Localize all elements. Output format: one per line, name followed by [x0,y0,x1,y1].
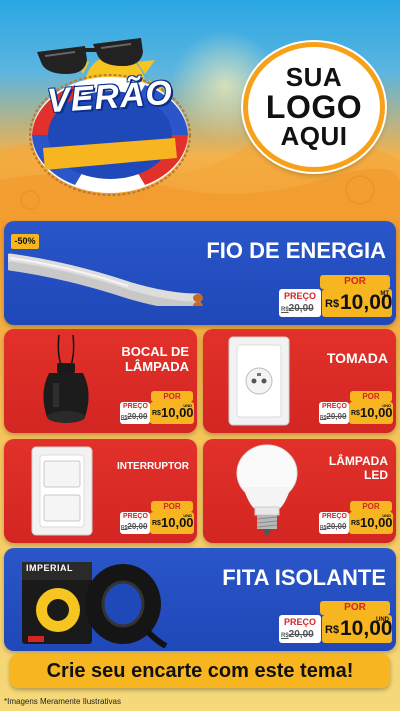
outlet-image [228,336,290,426]
product-card-interruptor[interactable]: INTERRUPTOR POR PREÇO R$20,00 R$ 10,00 U… [4,439,197,543]
product-title: TOMADA [326,350,388,366]
old-price: R$20,00 [121,522,147,531]
old-price-value: 20,00 [127,412,148,421]
new-price: R$ 10,00 UND [150,512,194,534]
por-label: POR [350,391,392,402]
unit: UND [183,403,192,408]
product-title-line2: LÂMPADA [124,359,189,374]
flyer-page: VERÃO DE OFERTAS SUA LOGO AQUI FIO DE EN… [0,0,400,711]
currency: R$ [351,520,360,527]
logo-text-line2: LOGO [265,88,363,125]
product-card-bocal[interactable]: BOCAL DE LÂMPADA POR PREÇO R$20,00 R$ 10… [4,329,197,433]
wire-image [8,253,203,306]
product-card-fio-energia[interactable]: FIO DE ENERGIA POR PREÇO R$20,00 R$ 10,0… [4,221,396,325]
product-card-fita-isolante[interactable]: IMPERIAL FITA ISOLANTE POR PREÇO R$20,00… [4,548,396,651]
led-bulb-image [236,444,298,535]
preco-label: PREÇO [322,513,347,520]
discount-badge: -50% [11,234,39,249]
new-price: R$ 10,00 MT [322,289,393,317]
old-price: R$20,00 [320,522,346,531]
product-title: INTERRUPTOR [116,461,189,472]
old-price-value: 20,00 [326,412,347,421]
logo-text-line1: SUA [285,62,343,93]
currency: R$ [351,410,360,417]
currency: R$ [152,410,161,417]
preco-label: PREÇO [123,513,148,520]
new-price: R$ 10,00 UND [150,402,194,424]
por-label: POR [151,501,193,512]
lamp-socket-image [43,334,89,423]
product-title: FIO DE ENERGIA [206,238,386,263]
preco-label: PREÇO [284,291,317,301]
unit: UND [183,513,192,518]
product-card-tomada[interactable]: TOMADA POR PREÇO R$20,00 R$ 10,00 UND [203,329,396,433]
product-title-line1: LÂMPADA [328,454,388,468]
preco-label: PREÇO [123,403,148,410]
new-price: R$ 10,00 UND [322,615,393,643]
old-price: R$20,00 [121,412,147,421]
preco-label: PREÇO [284,617,317,627]
new-price: R$ 10,00 UND [349,512,393,534]
por-label: POR [350,501,392,512]
unit: MT [380,291,389,297]
old-price: R$20,00 [320,412,346,421]
product-title-line2: LED [364,468,388,482]
por-label: POR [151,391,193,402]
product-card-lampada-led[interactable]: LÂMPADA LED POR PREÇO R$20,00 R$ 10,00 U… [203,439,396,543]
old-price-value: 20,00 [326,522,347,531]
old-price: R$20,00 [281,303,314,314]
old-price-value: 20,00 [127,522,148,531]
logo-placeholder: SUA LOGO AQUI [243,42,385,172]
old-price-value: 20,00 [288,629,314,640]
footnote: *Imagens Meramente Ilustrativas [4,697,121,706]
logo-text-line3: AQUI [280,121,348,152]
tape-brand-label: IMPERIAL [26,563,74,573]
old-price: R$20,00 [281,629,314,640]
new-price: R$ 10,00 UND [349,402,393,424]
header: VERÃO DE OFERTAS SUA LOGO AQUI [0,0,400,215]
old-price-currency: R$ [281,307,289,313]
currency: R$ [325,624,340,636]
product-title: FITA ISOLANTE [222,565,386,590]
old-price-value: 20,00 [288,303,314,314]
por-label: POR [320,275,390,289]
old-price-currency: R$ [281,633,289,639]
unit: UND [382,403,391,408]
cta-banner[interactable]: Crie seu encarte com este tema! [10,654,390,688]
por-label: POR [320,601,390,615]
product-title-line1: BOCAL DE [121,344,189,359]
currency: R$ [325,298,340,310]
unit: UND [382,513,391,518]
unit: UND [376,617,389,623]
switch-image [31,446,93,536]
preco-label: PREÇO [322,403,347,410]
currency: R$ [152,520,161,527]
